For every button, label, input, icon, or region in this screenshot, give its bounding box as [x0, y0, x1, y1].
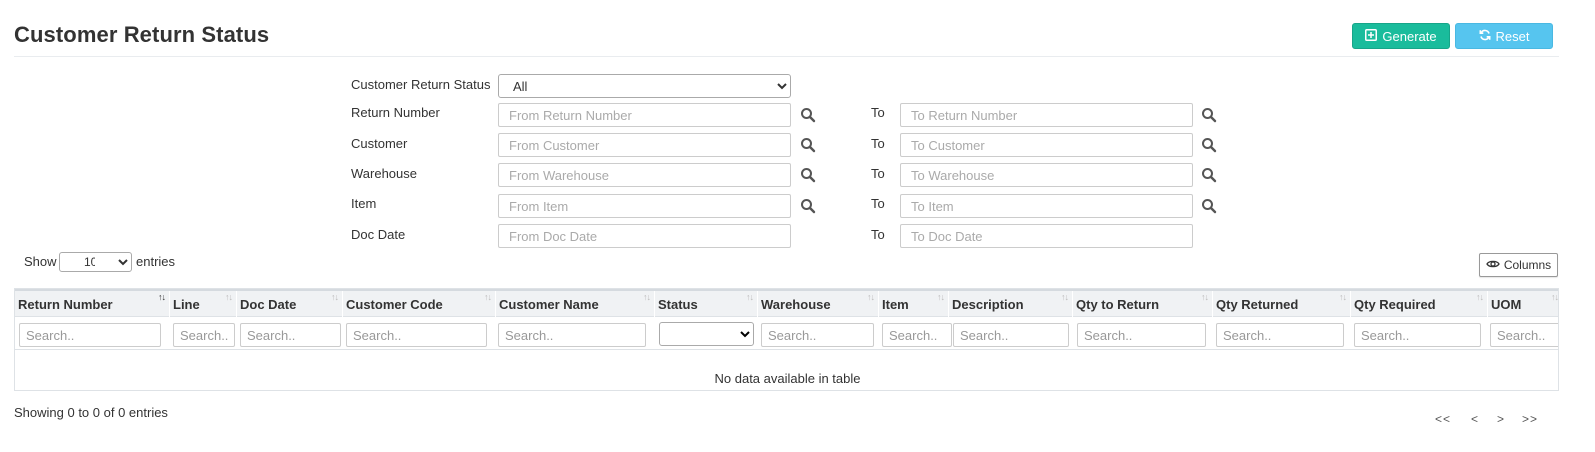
to-label: To — [871, 105, 885, 120]
from-doc-date-input[interactable] — [498, 224, 791, 248]
to-customer-input[interactable] — [900, 133, 1193, 157]
column-header-status[interactable]: Status ↑↓ — [655, 291, 758, 318]
columns-button[interactable]: Columns — [1479, 253, 1558, 277]
search-customer-code-input[interactable] — [346, 323, 487, 347]
header-divider — [14, 56, 1559, 57]
to-warehouse-input[interactable] — [900, 163, 1193, 187]
column-header-qty-required[interactable]: Qty Required ↑↓ — [1351, 291, 1488, 318]
search-icon[interactable] — [1201, 107, 1217, 123]
from-customer-input[interactable] — [498, 133, 791, 157]
sort-icon: ↑↓ — [1551, 292, 1558, 302]
generate-button[interactable]: Generate — [1352, 23, 1450, 49]
search-line-input[interactable] — [173, 323, 235, 347]
sort-icon: ↑↓ — [158, 292, 166, 302]
search-warehouse-input[interactable] — [761, 323, 874, 347]
pager-prev[interactable]: < — [1471, 412, 1479, 426]
from-warehouse-input[interactable] — [498, 163, 791, 187]
plus-square-icon — [1365, 28, 1378, 44]
column-header-uom[interactable]: UOM ↑↓ — [1488, 291, 1558, 318]
to-return-number-input[interactable] — [900, 103, 1193, 127]
status-filter-label: Customer Return Status — [351, 77, 491, 92]
to-label: To — [871, 227, 885, 242]
sort-icon: ↑↓ — [937, 292, 945, 302]
sort-icon: ↑↓ — [225, 292, 233, 302]
column-header-warehouse[interactable]: Warehouse ↑↓ — [758, 291, 879, 318]
search-return-number-input[interactable] — [19, 323, 161, 347]
to-doc-date-input[interactable] — [900, 224, 1193, 248]
to-item-input[interactable] — [900, 194, 1193, 218]
results-table: Return Number ↑↓ Line ↑↓ Doc Date ↑↓ Custom… — [14, 288, 1559, 391]
sort-icon: ↑↓ — [1339, 292, 1347, 302]
search-qty-to-return-input[interactable] — [1077, 323, 1206, 347]
search-icon[interactable] — [1201, 167, 1217, 183]
from-return-number-input[interactable] — [498, 103, 791, 127]
table-header-row: Return Number ↑↓ Line ↑↓ Doc Date ↑↓ Custom… — [15, 289, 1558, 318]
sort-icon: ↑↓ — [643, 292, 651, 302]
return-number-label: Return Number — [351, 105, 440, 120]
search-icon[interactable] — [800, 167, 816, 183]
generate-label: Generate — [1382, 28, 1437, 44]
column-header-line[interactable]: Line ↑↓ — [170, 291, 237, 318]
from-item-input[interactable] — [498, 194, 791, 218]
table-info: Showing 0 to 0 of 0 entries — [14, 405, 168, 420]
empty-table-message: No data available in table — [714, 371, 861, 386]
column-header-item[interactable]: Item ↑↓ — [879, 291, 949, 318]
column-header-doc-date[interactable]: Doc Date ↑↓ — [237, 291, 343, 318]
column-header-customer-name[interactable]: Customer Name ↑↓ — [496, 291, 655, 318]
search-icon[interactable] — [1201, 198, 1217, 214]
sort-icon: ↑↓ — [1201, 292, 1209, 302]
to-label: To — [871, 136, 885, 151]
sort-icon: ↑↓ — [331, 292, 339, 302]
sort-icon: ↑↓ — [746, 292, 754, 302]
refresh-icon — [1479, 29, 1491, 44]
search-status-select[interactable] — [659, 322, 754, 346]
search-description-input[interactable] — [953, 323, 1069, 347]
search-icon[interactable] — [800, 107, 816, 123]
column-header-customer-code[interactable]: Customer Code ↑↓ — [343, 291, 496, 318]
page-title: Customer Return Status — [14, 22, 270, 47]
sort-icon: ↑↓ — [484, 292, 492, 302]
entries-label: entries — [136, 254, 176, 269]
search-icon[interactable] — [800, 198, 816, 214]
item-label: Item — [351, 196, 377, 211]
column-header-return-number[interactable]: Return Number ↑↓ — [15, 291, 170, 318]
sort-icon: ↑↓ — [867, 292, 875, 302]
search-qty-required-input[interactable] — [1354, 323, 1481, 347]
search-qty-returned-input[interactable] — [1216, 323, 1344, 347]
eye-icon — [1486, 258, 1500, 273]
sort-icon: ↑↓ — [1061, 292, 1069, 302]
search-uom-input[interactable] — [1490, 323, 1558, 347]
search-doc-date-input[interactable] — [240, 323, 341, 347]
page-length-select[interactable]: 10 — [59, 252, 132, 272]
pager-next[interactable]: > — [1497, 412, 1505, 426]
pager-last[interactable]: >> — [1522, 412, 1538, 426]
warehouse-label: Warehouse — [351, 166, 417, 181]
pager-first[interactable]: << — [1435, 412, 1451, 426]
column-search-row — [15, 317, 1558, 350]
column-header-qty-returned[interactable]: Qty Returned ↑↓ — [1213, 291, 1351, 318]
sort-icon: ↑↓ — [1476, 292, 1484, 302]
customer-label: Customer — [351, 136, 408, 151]
search-icon[interactable] — [800, 137, 816, 153]
reset-button[interactable]: Reset — [1455, 23, 1553, 49]
column-header-description[interactable]: Description ↑↓ — [949, 291, 1073, 318]
to-label: To — [871, 196, 885, 211]
show-label: Show — [24, 254, 57, 269]
search-icon[interactable] — [1201, 137, 1217, 153]
doc-date-label: Doc Date — [351, 227, 406, 242]
search-item-input[interactable] — [882, 323, 952, 347]
to-label: To — [871, 166, 885, 181]
search-customer-name-input[interactable] — [498, 323, 646, 347]
reset-label: Reset — [1495, 28, 1530, 44]
column-header-qty-to-return[interactable]: Qty to Return ↑↓ — [1073, 291, 1213, 318]
columns-label: Columns — [1503, 258, 1552, 272]
status-filter-select[interactable]: All — [498, 74, 791, 98]
